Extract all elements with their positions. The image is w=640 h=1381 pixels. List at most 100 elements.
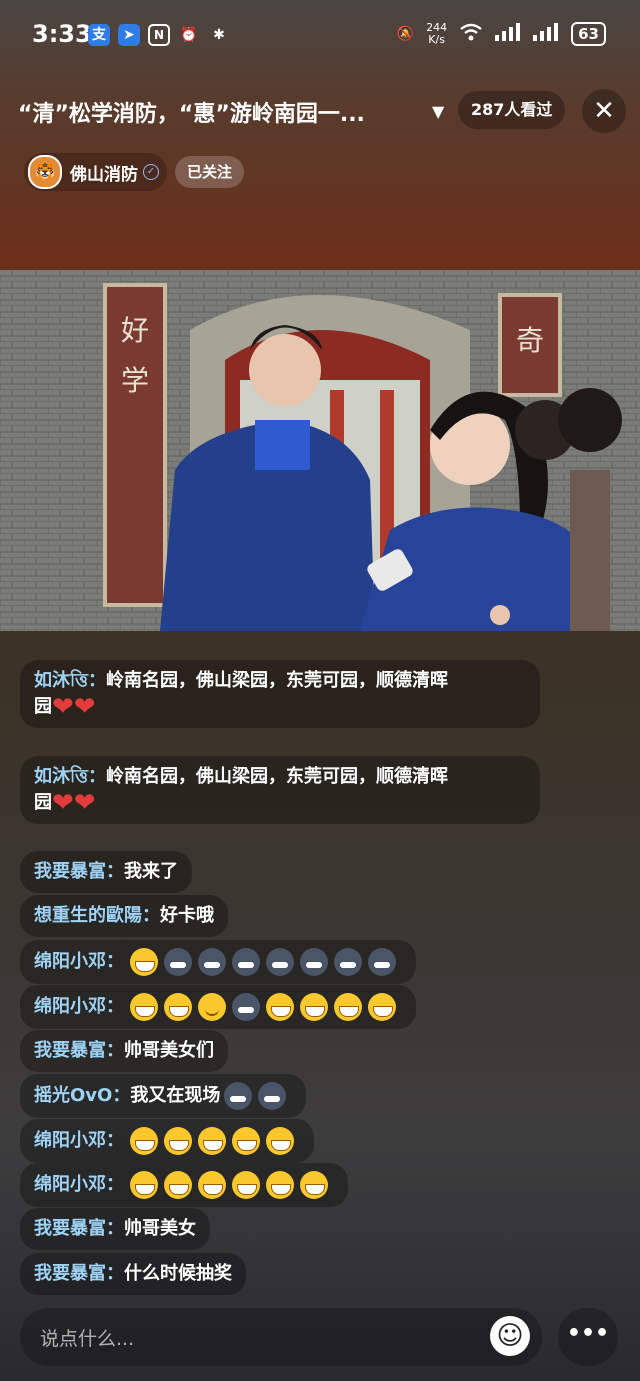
wifi-icon [459, 23, 483, 45]
comment-item[interactable]: 摇光OvO：我又在现场 [20, 1074, 307, 1118]
comment-item[interactable]: 绵阳小邓： [20, 940, 417, 984]
comment-user[interactable]: 我要暴富： [34, 1040, 124, 1061]
video-frame-illustration: 好 学 奇 [0, 270, 640, 631]
host-avatar[interactable]: 🐯 [28, 155, 62, 189]
cat-emoji [300, 948, 329, 976]
heart-emoji: ❤ [52, 788, 74, 818]
comment-message-continued: 园 [34, 696, 52, 717]
comment-message-continued: 园 [34, 792, 52, 813]
comment-user[interactable]: 绵阳小邓： [34, 996, 124, 1017]
comment-item[interactable]: 我要暴富：什么时候抽奖 [20, 1253, 246, 1295]
grin-emoji [130, 993, 159, 1021]
alarm-off-icon: ⏰ [180, 27, 198, 43]
comment-user[interactable]: 我要暴富： [34, 861, 124, 882]
title-expand-icon[interactable]: ▼ [432, 102, 444, 121]
cat-emoji [232, 993, 261, 1021]
cat-emoji [198, 948, 227, 976]
status-right: 🔕 244 K/s 63 [397, 22, 606, 46]
comment-message: 我来了 [124, 861, 178, 882]
cat-emoji [224, 1082, 253, 1110]
grin-emoji [300, 1171, 329, 1199]
viewer-count[interactable]: 287人看过 [458, 91, 566, 129]
more-button[interactable]: ••• [558, 1308, 618, 1366]
signal-icon-2 [533, 23, 559, 45]
grin-emoji [198, 1171, 227, 1199]
live-video[interactable]: 好 学 奇 [0, 270, 640, 631]
comment-item[interactable]: 我要暴富：帅哥美女们 [20, 1030, 228, 1072]
host-name[interactable]: 佛山消防 [70, 160, 138, 185]
grin-emoji [266, 1171, 295, 1199]
cat-emoji [164, 948, 193, 976]
live-title[interactable]: “清”松学消防，“惠”游岭南园一... [18, 96, 418, 128]
heart-emoji: ❤ [73, 692, 96, 722]
status-time: 3:33 [32, 20, 92, 48]
comment-item[interactable]: 我要暴富：我来了 [20, 851, 192, 893]
comment-user[interactable]: 如沐ত্তি： [34, 766, 106, 787]
grin-emoji [130, 948, 159, 976]
emoji-button[interactable]: ☺ [490, 1316, 530, 1356]
comment-message: 帅哥美女 [124, 1218, 196, 1239]
comment-item[interactable]: 如沐ত্তি：岭南名园，佛山梁园，东莞可园，顺德清晖 园❤❤ [20, 660, 540, 728]
grin-emoji [334, 993, 363, 1021]
grin-emoji [300, 993, 329, 1021]
follow-button[interactable]: 已关注 [175, 156, 245, 188]
comment-message: 岭南名园，佛山梁园，东莞可园，顺德清晖 [106, 670, 449, 691]
comment-user[interactable]: 绵阳小邓： [34, 1130, 124, 1151]
comment-user[interactable]: 我要暴富： [34, 1263, 124, 1284]
comment-item[interactable]: 绵阳小邓： [20, 985, 417, 1029]
cat-emoji [334, 948, 363, 976]
comment-user[interactable]: 绵阳小邓： [34, 1174, 124, 1195]
network-speed-unit: K/s [428, 33, 445, 46]
grin-emoji [266, 993, 295, 1021]
cat-emoji [258, 1082, 287, 1110]
cat-emoji [266, 948, 295, 976]
bluetooth-icon: ✱ [213, 27, 225, 43]
comment-item[interactable]: 绵阳小邓： [20, 1119, 315, 1163]
comment-message: 岭南名园，佛山梁园，东莞可园，顺德清晖 [106, 766, 449, 787]
pin-icon: ➤ [118, 24, 140, 46]
signal-icon-1 [495, 23, 521, 45]
svg-text:奇: 奇 [516, 324, 544, 357]
svg-text:学: 学 [121, 364, 149, 397]
host-profile[interactable]: 🐯 佛山消防 ✓ [24, 153, 167, 191]
comment-user[interactable]: 我要暴富： [34, 1218, 124, 1239]
comment-input-placeholder: 说点什么... [40, 1328, 135, 1350]
mute-icon: 🔕 [396, 26, 415, 42]
grin-emoji [164, 1171, 193, 1199]
heart-emoji: ❤ [73, 788, 96, 818]
status-bar: 3:33 支 ➤ N ⏰ ✱ 🔕 244 K/s 63 [0, 0, 640, 72]
grin-emoji [130, 1171, 159, 1199]
grin-emoji [232, 1127, 261, 1155]
comment-user[interactable]: 想重生的歐陽： [34, 905, 160, 926]
status-left-icons: 支 ➤ N ⏰ ✱ [88, 24, 230, 46]
grin-emoji [232, 1171, 261, 1199]
svg-text:好: 好 [121, 314, 149, 347]
host-info: 🐯 佛山消防 ✓ 已关注 [24, 153, 245, 191]
comment-item[interactable]: 绵阳小邓： [20, 1163, 349, 1207]
cat-emoji [232, 948, 261, 976]
comment-message: 我又在现场 [130, 1085, 221, 1106]
network-speed: 244 K/s [426, 22, 447, 46]
live-header: “清”松学消防，“惠”游岭南园一... ▼ 287人看过 [0, 88, 640, 132]
comment-user[interactable]: 如沐ত্তি： [34, 670, 106, 691]
comment-item[interactable]: 想重生的歐陽：好卡哦 [20, 895, 228, 937]
comment-user[interactable]: 摇光OvO： [34, 1085, 130, 1106]
comment-message: 好卡哦 [160, 905, 214, 926]
nfc-icon: N [148, 24, 170, 46]
heart-emoji: ❤ [52, 692, 74, 722]
grin-emoji [164, 1127, 193, 1155]
alipay-icon: 支 [88, 24, 110, 46]
comment-item[interactable]: 如沐ত্তি：岭南名园，佛山梁园，东莞可园，顺德清晖 园❤❤ [20, 756, 540, 824]
grin-emoji [130, 1127, 159, 1155]
grin-emoji [368, 993, 397, 1021]
comment-item[interactable]: 我要暴富：帅哥美女 [20, 1208, 210, 1250]
grin-emoji [164, 993, 193, 1021]
comment-user[interactable]: 绵阳小邓： [34, 951, 124, 972]
cat-emoji [368, 948, 397, 976]
battery-indicator: 63 [571, 22, 606, 46]
comment-input[interactable]: 说点什么... ☺ [20, 1308, 542, 1366]
close-button[interactable]: ✕ [582, 89, 626, 133]
grin-emoji [266, 1127, 295, 1155]
comment-message: 帅哥美女们 [124, 1040, 214, 1061]
smile-emoji [198, 993, 227, 1021]
